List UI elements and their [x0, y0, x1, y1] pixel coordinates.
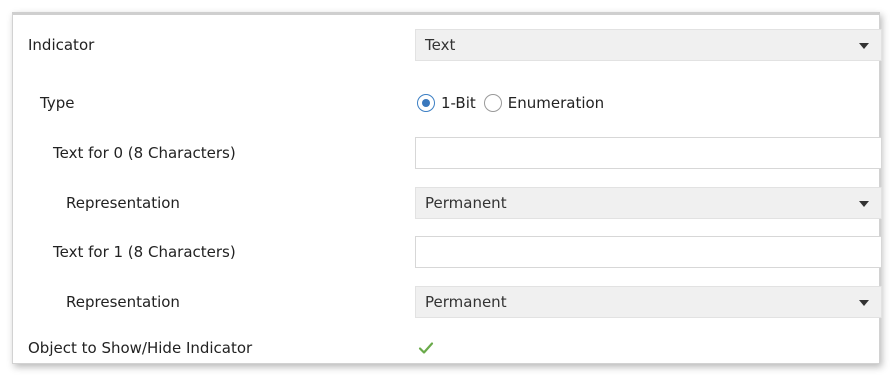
chevron-down-icon — [859, 300, 869, 306]
chevron-down-icon — [859, 43, 869, 49]
object-show-hide-label: Object to Show/Hide Indicator — [28, 339, 253, 357]
text1-input[interactable] — [415, 236, 882, 268]
row-text0: Text for 0 (8 Characters) — [13, 137, 882, 169]
type-radio-group: 1-Bit Enumeration — [417, 94, 612, 112]
text1-label: Text for 1 (8 Characters) — [53, 243, 236, 261]
representation1-dropdown[interactable]: Permanent — [415, 286, 882, 318]
indicator-value: Text — [425, 36, 456, 54]
text0-label: Text for 0 (8 Characters) — [53, 144, 236, 162]
indicator-label: Indicator — [28, 36, 95, 54]
text0-input[interactable] — [415, 137, 882, 169]
settings-panel: Indicator Text Type 1-Bit Enumeration Te… — [12, 12, 882, 364]
chevron-down-icon — [859, 201, 869, 207]
representation1-value: Permanent — [425, 293, 507, 311]
row-type: Type 1-Bit Enumeration — [13, 87, 879, 119]
radio-enumeration-label: Enumeration — [507, 94, 605, 112]
row-representation0: Representation Permanent — [13, 187, 882, 219]
radio-enumeration[interactable]: Enumeration — [483, 94, 605, 112]
representation1-label: Representation — [66, 293, 180, 311]
indicator-dropdown[interactable]: Text — [415, 29, 882, 61]
radio-selected-icon[interactable] — [417, 94, 435, 112]
checkmark-svg — [418, 342, 434, 354]
representation0-dropdown[interactable]: Permanent — [415, 187, 882, 219]
row-object-show-hide: Object to Show/Hide Indicator — [13, 332, 879, 364]
radio-1bit[interactable]: 1-Bit — [417, 94, 476, 112]
row-representation1: Representation Permanent — [13, 286, 882, 318]
radio-1bit-label: 1-Bit — [441, 94, 476, 112]
radio-unselected-icon[interactable] — [483, 94, 502, 112]
row-indicator: Indicator Text — [13, 29, 882, 61]
representation0-value: Permanent — [425, 194, 507, 212]
representation0-label: Representation — [66, 194, 180, 212]
checkmark-icon[interactable] — [417, 339, 435, 357]
type-label: Type — [40, 94, 75, 112]
row-text1: Text for 1 (8 Characters) — [13, 236, 882, 268]
